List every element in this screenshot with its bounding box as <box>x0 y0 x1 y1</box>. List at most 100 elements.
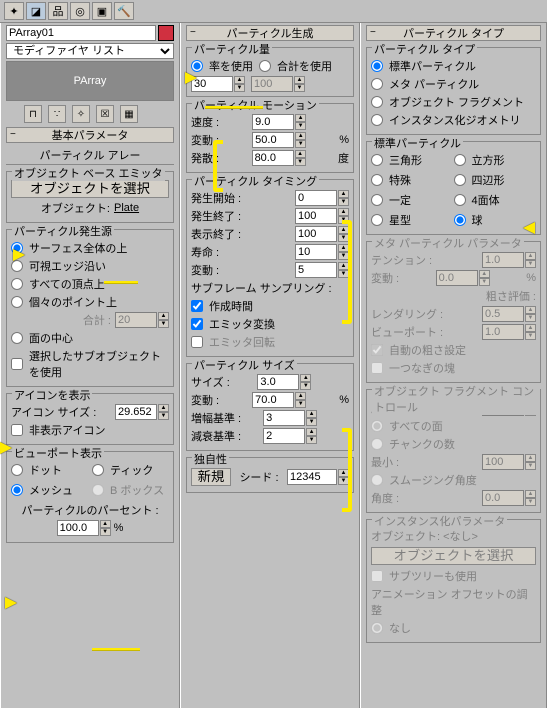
emitter-group: オブジェクト ベース エミッタ オブジェクトを選択 オブジェクト: Plate <box>6 171 174 223</box>
angle-spinner <box>482 490 524 506</box>
frag-legend: オブジェクト フラグメント コントロール <box>372 383 540 415</box>
tab-motion[interactable]: ◎ <box>70 2 90 20</box>
sf-emitter-rot[interactable]: エミッタ回転 <box>191 334 349 350</box>
vp-coarse-spinner <box>482 324 524 340</box>
sf-creation[interactable]: 作成時間 <box>191 298 349 314</box>
icon-display-group: アイコンを表示 アイコン サイズ : ▲▼ 非表示アイコン <box>6 393 174 445</box>
src-over-surface[interactable]: サーフェス全体の上 <box>11 240 169 256</box>
src-face-centers[interactable]: 面の中心 <box>11 330 169 346</box>
size-legend: パーティクル サイズ <box>192 357 297 373</box>
size-var-spinner[interactable] <box>252 392 294 408</box>
display-until-spinner[interactable] <box>295 226 337 242</box>
collapse-icon: − <box>190 28 196 38</box>
icon-size-spinner[interactable] <box>115 404 157 420</box>
show-end-result-icon[interactable]: ∵ <box>48 105 66 123</box>
pct-label: % <box>114 522 124 534</box>
color-swatch[interactable] <box>158 25 174 41</box>
vp-percent-spinner[interactable] <box>57 520 99 536</box>
particle-motion-group: パーティクル モーション 速度 :▲▼ 変動 :▲▼% 発散 :▲▼度 <box>186 103 354 173</box>
type-instance[interactable]: インスタンス化ジオメトリ <box>371 112 536 128</box>
div-spinner[interactable] <box>252 150 294 166</box>
s-cube[interactable]: 立方形 <box>454 152 537 168</box>
type-meta[interactable]: メタ パーティクル <box>371 76 536 92</box>
inst-pick-object-button: オブジェクトを選択 <box>371 547 536 565</box>
rollout-particle-type[interactable]: − パーティクル タイプ <box>366 25 541 41</box>
tab-hierarchy[interactable]: 品 <box>48 2 68 20</box>
command-panel-tabs[interactable]: ✦ ◪ 品 ◎ ▣ 🔨 <box>0 0 547 23</box>
vp-tick[interactable]: ティック <box>92 462 169 478</box>
particle-timing-group: パーティクル タイミング 発生開始 :▲▼ 発生終了 :▲▼ 表示終了 :▲▼ … <box>186 179 354 357</box>
motion-legend: パーティクル モーション <box>192 97 319 113</box>
configure-sets-icon[interactable]: ▦ <box>120 105 138 123</box>
hide-icon-check[interactable]: 非表示アイコン <box>11 422 169 438</box>
instance-group: インスタンス化パラメータ オブジェクト: <なし> オブジェクトを選択 サブツリ… <box>366 519 541 643</box>
s-star[interactable]: 星型 <box>371 212 454 228</box>
tab-display[interactable]: ▣ <box>92 2 112 20</box>
inst-none: なし <box>371 620 536 636</box>
use-selected-subobj[interactable]: 選択したサブオブジェクトを使用 <box>11 348 169 380</box>
use-rate[interactable]: 率を使用 <box>191 58 253 74</box>
type-standard[interactable]: 標準パーティクル <box>371 58 536 74</box>
tab-utilities[interactable]: 🔨 <box>114 2 134 20</box>
type-frag[interactable]: オブジェクト フラグメント <box>371 94 536 110</box>
total-spinner <box>251 76 293 92</box>
particle-size-group: パーティクル サイズ サイズ :▲▼ 変動 :▲▼% 増幅基準 :▲▼ 減衰基準… <box>186 363 354 451</box>
rollout-particle-gen[interactable]: − パーティクル生成 <box>186 25 354 41</box>
life-spinner[interactable] <box>295 244 337 260</box>
new-seed-button[interactable]: 新規 <box>191 468 231 486</box>
src-distinct-pts[interactable]: 個々のポイント上 <box>11 294 169 310</box>
modifier-stack[interactable]: PArray <box>6 61 174 101</box>
rate-spinner[interactable] <box>191 76 233 92</box>
stack-item-parray[interactable]: PArray <box>74 75 107 87</box>
s-tri[interactable]: 三角形 <box>371 152 454 168</box>
pick-object-button[interactable]: オブジェクトを選択 <box>11 180 169 198</box>
meta-legend: メタ パーティクル パラメータ <box>372 235 524 251</box>
render-coarse-spinner <box>482 306 524 322</box>
emit-start-spinner[interactable] <box>295 190 337 206</box>
make-unique-icon[interactable]: ✧ <box>72 105 90 123</box>
qty-legend: パーティクル量 <box>192 41 272 57</box>
collapse-icon: − <box>10 130 16 140</box>
frag-chunk: チャンクの数 <box>371 436 536 452</box>
inst-obj-label: オブジェクト: <なし> <box>371 528 536 544</box>
pin-stack-icon[interactable]: ⊓ <box>24 105 42 123</box>
src-along-edges[interactable]: 可視エッジ沿い <box>11 258 169 274</box>
fade-for-spinner[interactable] <box>263 428 305 444</box>
tab-create[interactable]: ✦ <box>4 2 24 20</box>
seed-spinner[interactable] <box>287 469 337 485</box>
rollout-title: 基本パラメータ <box>52 127 129 143</box>
s-special[interactable]: 特殊 <box>371 172 454 188</box>
vp-percent-label: パーティクルのパーセント : <box>21 502 158 518</box>
vp-mesh[interactable]: メッシュ <box>11 482 88 498</box>
object-name-field[interactable] <box>6 25 156 41</box>
remove-modifier-icon[interactable]: ☒ <box>96 105 114 123</box>
meta-particle-group: メタ パーティクル パラメータ テンション :▲▼ 変動 :▲▼% 粗さ評価 :… <box>366 241 541 383</box>
rollout-basic-params[interactable]: − 基本パラメータ <box>6 127 174 143</box>
s-sphere[interactable]: 球 <box>454 212 537 228</box>
use-total[interactable]: 合計を使用 <box>259 58 332 74</box>
frag-all-faces: すべての面 <box>371 418 536 434</box>
s-tetra[interactable]: 4面体 <box>454 192 537 208</box>
grow-for-spinner[interactable] <box>263 410 305 426</box>
sf-emitter-trans[interactable]: エミッタ変換 <box>191 316 349 332</box>
subframe-label: サブフレーム サンプリング : <box>191 280 349 296</box>
icon-size-label: アイコン サイズ : <box>11 404 96 420</box>
life-var-spinner[interactable] <box>295 262 337 278</box>
icon-group-legend: アイコンを表示 <box>12 387 92 403</box>
vp-dot[interactable]: ドット <box>11 462 88 478</box>
tab-modify[interactable]: ◪ <box>26 2 46 20</box>
src-all-verts[interactable]: すべての頂点上 <box>11 276 169 292</box>
s-quad[interactable]: 四辺形 <box>454 172 537 188</box>
vp-legend: ビューポート表示 <box>12 445 104 461</box>
modifier-list-dropdown[interactable]: モディファイヤ リスト <box>6 43 174 59</box>
size-spinner[interactable] <box>257 374 299 390</box>
var-spinner[interactable] <box>252 132 294 148</box>
rollout-title: パーティクル生成 <box>226 25 313 41</box>
emit-stop-spinner[interactable] <box>295 208 337 224</box>
s-const[interactable]: 一定 <box>371 192 454 208</box>
type-legend: パーティクル タイプ <box>372 41 477 57</box>
total-label: 合計 : <box>83 312 111 328</box>
subheader: パーティクル アレー <box>6 147 174 165</box>
tension-spinner <box>482 252 524 268</box>
speed-spinner[interactable] <box>252 114 294 130</box>
